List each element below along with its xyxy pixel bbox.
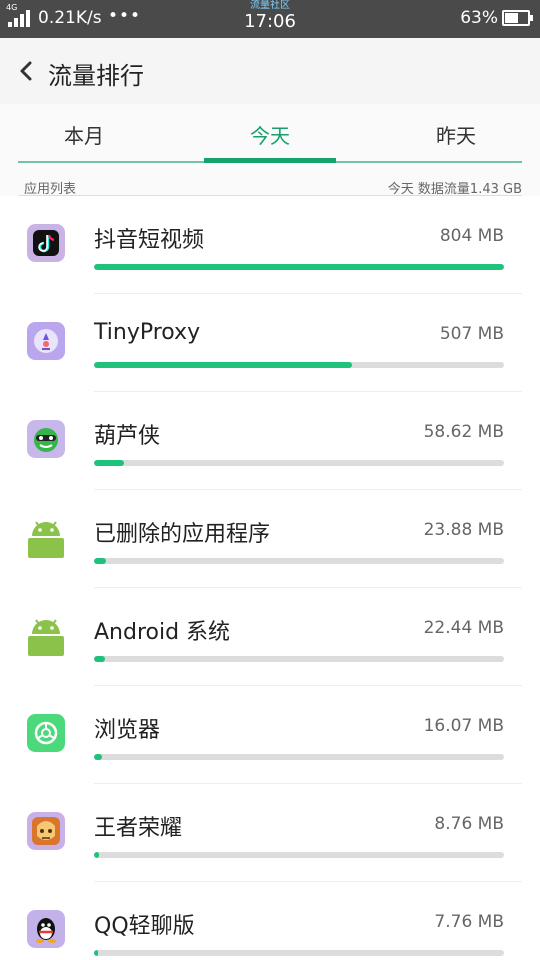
android-icon [28,619,64,656]
app-usage: 7.76 MB [434,912,504,932]
app-name: QQ轻聊版 [94,914,195,939]
app-name: TinyProxy [94,320,201,345]
list-item[interactable]: 王者荣耀 8.76 MB [0,784,540,882]
usage-bar [94,852,504,858]
usage-bar [94,264,504,270]
usage-bar-fill [94,950,99,956]
tab-month[interactable]: 本月 [14,120,154,149]
usage-bar-fill [94,852,99,858]
usage-bar [94,460,504,466]
usage-bar [94,950,504,956]
app-name: Android 系统 [94,620,231,645]
qq-icon [27,910,65,948]
tab-yesterday[interactable]: 昨天 [386,120,526,149]
list-item[interactable]: QQ轻聊版 7.76 MB [0,882,540,960]
app-usage: 22.44 MB [423,618,504,638]
app-usage: 23.88 MB [423,520,504,540]
tab-active-indicator [204,158,336,163]
list-item[interactable]: TinyProxy 507 MB [0,294,540,392]
app-usage: 804 MB [439,226,504,246]
app-name: 葫芦侠 [94,424,161,449]
list-item[interactable]: 葫芦侠 58.62 MB [0,392,540,490]
page-title: 流量排行 [48,62,144,90]
honor-of-kings-icon [27,812,65,850]
list-item[interactable]: 已删除的应用程序 23.88 MB [0,490,540,588]
usage-bar [94,656,504,662]
usage-bar-fill [94,460,124,466]
app-name: 王者荣耀 [94,816,183,841]
list-header: 应用列表 今天 数据流量1.43 GB [0,164,540,197]
clock: 17:06 [244,11,296,32]
list-item[interactable]: 浏览器 16.07 MB [0,686,540,784]
status-bar: 4G 0.21K/s ••• 流量社区 17:06 63% [0,0,540,38]
usage-bar [94,362,504,368]
usage-bar-fill [94,754,103,760]
app-header: 流量排行 [0,38,540,104]
app-usage: 8.76 MB [434,814,504,834]
usage-bar-fill [94,362,353,368]
list-item[interactable]: 抖音短视频 804 MB [0,196,540,294]
battery-icon [502,10,533,26]
status-center: 流量社区 17:06 [0,0,540,32]
usage-bar [94,558,504,564]
battery-percent: 63% [460,8,498,28]
browser-icon [27,714,65,752]
usage-bar-fill [94,558,107,564]
usage-bar-fill [94,656,106,662]
usage-bar-fill [94,264,504,270]
huluxia-icon [27,420,65,458]
app-usage: 58.62 MB [423,422,504,442]
list-item[interactable]: Android 系统 22.44 MB [0,588,540,686]
back-arrow-icon[interactable] [10,54,44,88]
app-name: 已删除的应用程序 [94,522,271,547]
android-icon [28,521,64,558]
app-usage: 16.07 MB [423,716,504,736]
tinyproxy-icon [27,322,65,360]
usage-bar [94,754,504,760]
app-name: 抖音短视频 [94,228,205,253]
tiktok-icon [27,224,65,262]
period-tabs: 本月 今天 昨天 [0,104,540,164]
app-usage: 507 MB [439,324,504,344]
app-name: 浏览器 [94,718,161,743]
tab-today[interactable]: 今天 [200,120,340,149]
